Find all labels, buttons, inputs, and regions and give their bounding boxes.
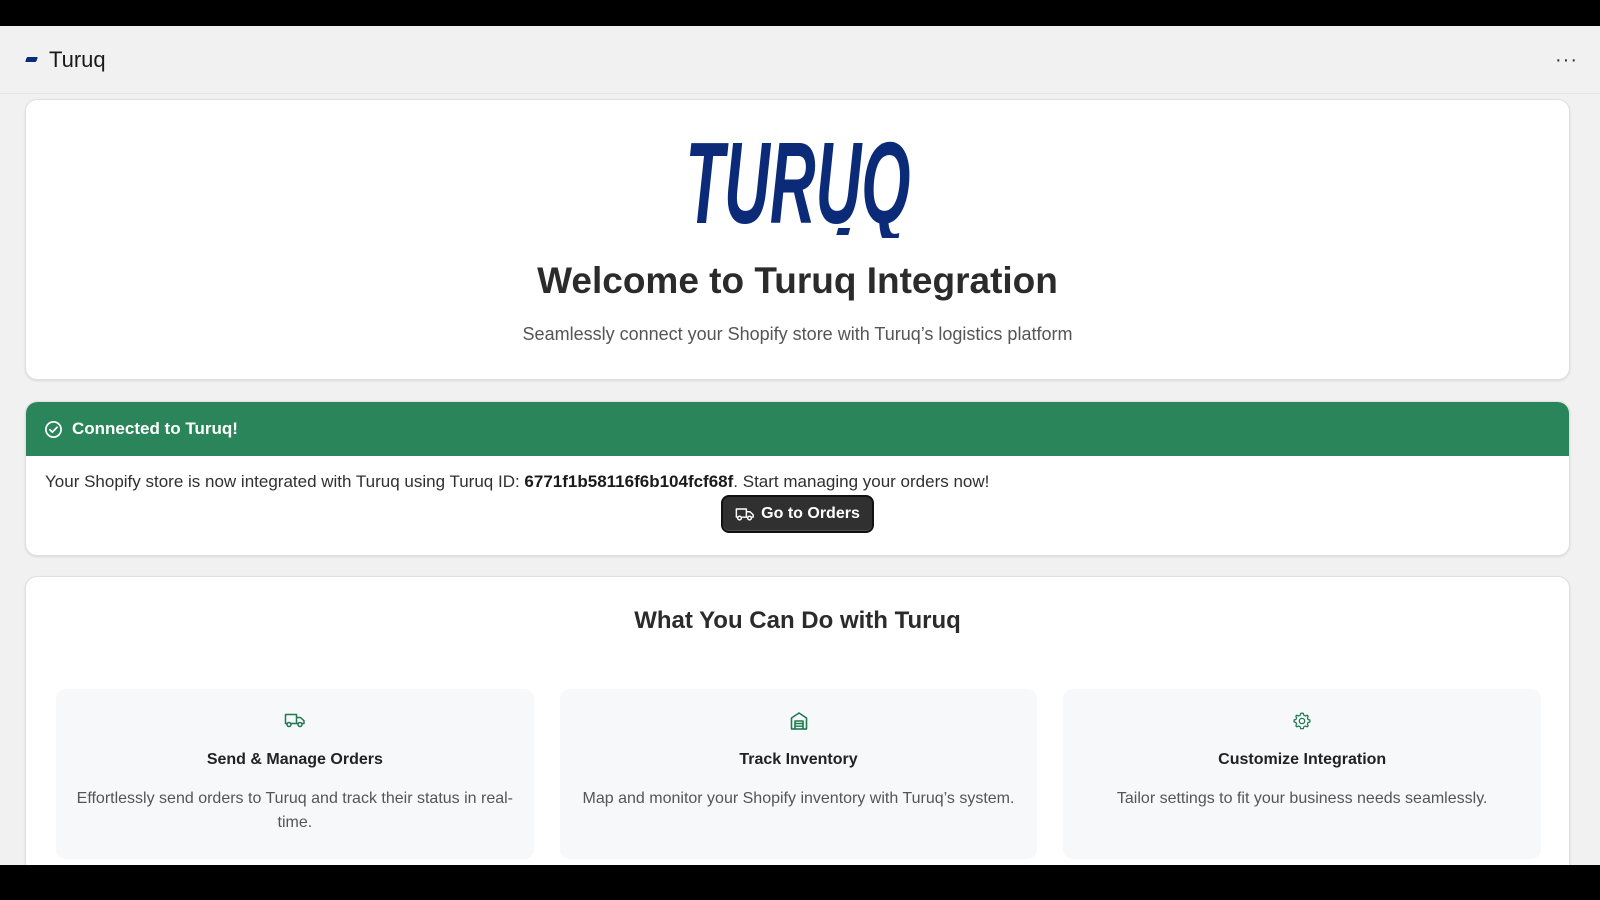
turuq-logo-image: TURUQ bbox=[685, 128, 910, 238]
turuq-logo: TURUQ bbox=[26, 128, 1569, 238]
hero-card: TURUQ Welcome to Turuq Integration Seaml… bbox=[25, 99, 1570, 380]
feature-description: Tailor settings to fit your business nee… bbox=[1116, 790, 1488, 807]
gear-icon bbox=[1293, 712, 1311, 730]
feature-track-inventory: Track Inventory Map and monitor your Sho… bbox=[559, 689, 1038, 859]
bottom-black-bar bbox=[0, 865, 1600, 900]
page-subtitle: Seamlessly connect your Shopify store wi… bbox=[522, 324, 1073, 344]
truck-icon bbox=[735, 508, 755, 521]
feature-title: Customize Integration bbox=[1218, 751, 1387, 768]
features-card: What You Can Do with Turuq Send & Manage… bbox=[25, 576, 1570, 865]
logo-wordmark: TURUQ bbox=[685, 128, 910, 238]
check-circle-icon bbox=[45, 420, 62, 438]
orders-button-row: Go to Orders bbox=[26, 495, 1569, 533]
connection-status-card: Connected to Turuq! Your Shopify store i… bbox=[25, 401, 1570, 556]
feature-send-manage-orders: Send & Manage Orders Effortlessly send o… bbox=[56, 689, 534, 859]
features-title: What You Can Do with Turuq bbox=[634, 607, 961, 634]
go-to-orders-label: Go to Orders bbox=[761, 505, 860, 522]
feature-grid: Send & Manage Orders Effortlessly send o… bbox=[56, 689, 1542, 859]
feature-title: Send & Manage Orders bbox=[206, 751, 383, 768]
turuq-id: 6771f1b58116f6b104fcf68f bbox=[524, 472, 734, 491]
more-actions-button[interactable]: ··· bbox=[1551, 46, 1582, 74]
screen: Turuq ··· TURUQ Welcome to Turuq Integra… bbox=[0, 0, 1600, 900]
warehouse-icon bbox=[790, 712, 807, 730]
feature-customize-integration: Customize Integration Tailor settings to… bbox=[1063, 689, 1542, 859]
app-logo-icon bbox=[25, 57, 38, 62]
truck-icon bbox=[284, 713, 305, 728]
status-message-prefix: Your Shopify store is now integrated wit… bbox=[45, 472, 525, 491]
page-title: Welcome to Turuq Integration bbox=[537, 260, 1058, 301]
feature-description: Map and monitor your Shopify inventory w… bbox=[582, 790, 1015, 807]
status-title: Connected to Turuq! bbox=[72, 419, 238, 438]
feature-description: Effortlessly send orders to Turuq and tr… bbox=[76, 790, 514, 831]
app-window: Turuq ··· TURUQ Welcome to Turuq Integra… bbox=[0, 26, 1600, 865]
status-message-suffix: . Start managing your orders now! bbox=[733, 472, 990, 491]
status-banner: Connected to Turuq! bbox=[26, 402, 1569, 456]
top-black-bar bbox=[0, 0, 1600, 26]
app-header: Turuq ··· bbox=[0, 26, 1600, 94]
app-title: Turuq bbox=[49, 46, 106, 72]
go-to-orders-button[interactable]: Go to Orders bbox=[721, 495, 874, 533]
feature-title: Track Inventory bbox=[739, 751, 858, 768]
status-message: Your Shopify store is now integrated wit… bbox=[26, 456, 1569, 492]
app-brand: Turuq bbox=[25, 46, 106, 73]
